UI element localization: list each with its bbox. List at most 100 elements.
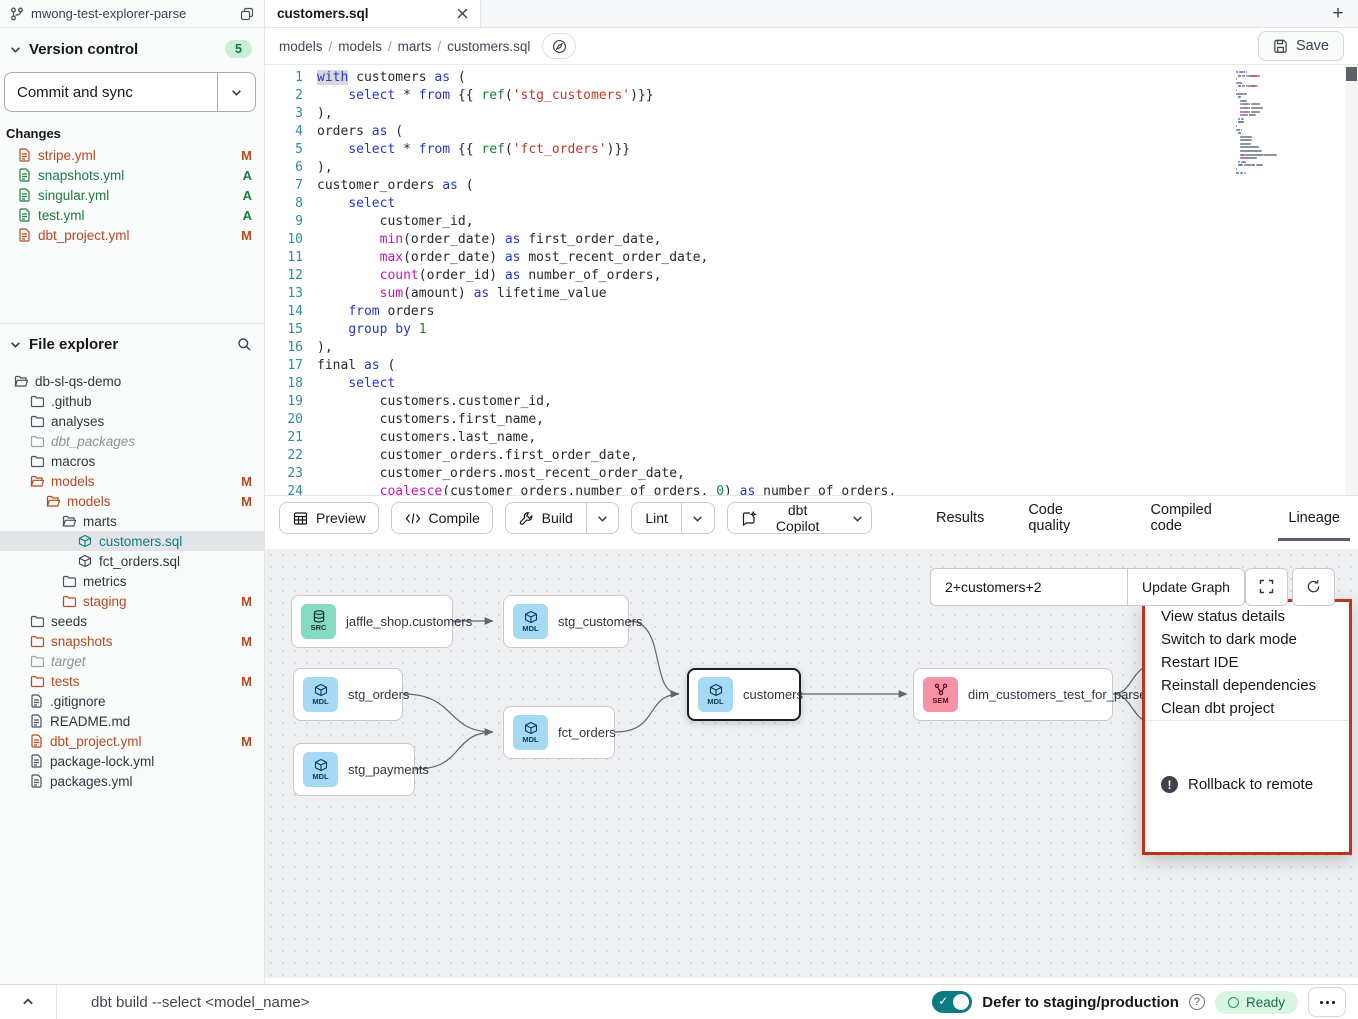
tree-item-package-lock.yml[interactable]: package-lock.yml <box>0 751 264 771</box>
breadcrumb-item[interactable]: customers.sql <box>447 39 530 54</box>
lineage-node-jaffle_shop.customers[interactable]: SRC jaffle_shop.customers <box>291 595 453 648</box>
folder-icon <box>30 655 44 668</box>
tree-item-metrics[interactable]: metrics <box>0 571 264 591</box>
search-icon[interactable] <box>237 337 252 352</box>
lineage-node-dim_customers_test_for_parse[interactable]: SEM dim_customers_test_for_parse <box>913 668 1113 721</box>
tree-item-.gitignore[interactable]: .gitignore <box>0 691 264 711</box>
update-graph-button[interactable]: Update Graph <box>1127 569 1244 605</box>
line-number: 7 <box>265 177 317 195</box>
changed-file-stripe.yml[interactable]: stripe.yml M <box>0 145 264 165</box>
lineage-node-stg_customers[interactable]: MDL stg_customers <box>503 595 629 648</box>
tree-item-marts[interactable]: marts <box>0 511 264 531</box>
lineage-node-fct_orders[interactable]: MDL fct_orders <box>503 706 615 759</box>
tree-item-models[interactable]: modelsM <box>0 471 264 491</box>
preview-button[interactable]: Preview <box>279 502 379 534</box>
tab-compiled-code[interactable]: Compiled code <box>1147 496 1249 541</box>
file-explorer-header[interactable]: File explorer <box>0 324 264 361</box>
tab-results[interactable]: Results <box>932 496 988 541</box>
tab-code-quality[interactable]: Code quality <box>1024 496 1110 541</box>
minimap-line <box>1236 146 1338 148</box>
breadcrumb-item[interactable]: marts <box>398 39 432 54</box>
tree-item-fct_orders.sql[interactable]: fct_orders.sql <box>0 551 264 571</box>
line-number: 4 <box>265 123 317 141</box>
editor-scrollbar[interactable] <box>1345 65 1358 495</box>
version-control-header[interactable]: Version control 5 <box>0 28 264 66</box>
tree-item-.github[interactable]: .github <box>0 391 264 411</box>
tree-item-seeds[interactable]: seeds <box>0 611 264 631</box>
tree-item-analyses[interactable]: analyses <box>0 411 264 431</box>
lineage-node-customers[interactable]: MDL customers <box>687 668 801 721</box>
tree-item-dbt_project.yml[interactable]: dbt_project.ymlM <box>0 731 264 751</box>
mdl-node-icon: MDL <box>698 677 733 712</box>
minimap-line <box>1236 121 1338 123</box>
changed-file-test.yml[interactable]: test.yml A <box>0 205 264 225</box>
copilot-options-chevron[interactable] <box>843 503 871 533</box>
menu-item-restart-ide[interactable]: Restart IDE <box>1145 651 1349 674</box>
tab-customers-sql[interactable]: customers.sql <box>265 0 481 27</box>
lineage-filter-input[interactable] <box>931 569 1127 605</box>
menu-item-reinstall-dependencies[interactable]: Reinstall dependencies <box>1145 674 1349 697</box>
tree-item-README.md[interactable]: README.md <box>0 711 264 731</box>
content-area: customers.sql + models/ models/ marts/ c… <box>265 0 1358 984</box>
breadcrumb-separator: / <box>329 39 333 54</box>
tab-lineage[interactable]: Lineage <box>1284 496 1344 541</box>
menu-item-clean-dbt-project[interactable]: Clean dbt project <box>1145 697 1349 720</box>
minimap-line <box>1236 150 1338 152</box>
tree-item-tests[interactable]: testsM <box>0 671 264 691</box>
tree-item-target[interactable]: target <box>0 651 264 671</box>
lineage-node-stg_payments[interactable]: MDL stg_payments <box>293 743 415 796</box>
explore-lineage-icon[interactable] <box>542 33 576 59</box>
menu-item-switch-to-dark-mode[interactable]: Switch to dark mode <box>1145 628 1349 651</box>
build-options-chevron[interactable] <box>586 503 619 533</box>
tree-item-snapshots[interactable]: snapshotsM <box>0 631 264 651</box>
save-button[interactable]: Save <box>1258 31 1344 61</box>
command-input[interactable]: dbt build --select <model_name> <box>57 994 932 1011</box>
code-editor[interactable]: 1with customers as (2 select * from {{ r… <box>265 65 1358 495</box>
minimap-line <box>1236 168 1338 170</box>
tree-item-customers.sql[interactable]: customers.sql <box>0 531 264 551</box>
tree-item-db-sl-qs-demo[interactable]: db-sl-qs-demo <box>0 371 264 391</box>
tree-item-staging[interactable]: stagingM <box>0 591 264 611</box>
changed-file-snapshots.yml[interactable]: snapshots.yml A <box>0 165 264 185</box>
refresh-button[interactable] <box>1292 568 1335 606</box>
dbt-copilot-button[interactable]: dbt Copilot <box>727 502 872 534</box>
scrollbar-thumb[interactable] <box>1346 67 1357 81</box>
help-icon[interactable]: ? <box>1189 994 1205 1010</box>
save-label: Save <box>1296 38 1329 54</box>
tree-item-dbt_packages[interactable]: dbt_packages <box>0 431 264 451</box>
file-icon <box>30 694 43 708</box>
breadcrumb-item[interactable]: models <box>338 39 382 54</box>
lint-label: Lint <box>645 510 668 526</box>
expand-command-bar-chevron[interactable] <box>0 985 56 1019</box>
lineage-node-stg_orders[interactable]: MDL stg_orders <box>293 668 403 721</box>
menu-item-rollback-to-remote[interactable]: ! Rollback to remote <box>1145 721 1349 848</box>
line-number: 6 <box>265 159 317 177</box>
fullscreen-button[interactable] <box>1245 568 1288 606</box>
changed-file-singular.yml[interactable]: singular.yml A <box>0 185 264 205</box>
git-status-letter: M <box>241 148 252 163</box>
tree-item-models[interactable]: modelsM <box>0 491 264 511</box>
more-options-button[interactable] <box>1308 987 1346 1017</box>
close-icon[interactable] <box>457 8 468 19</box>
minimap[interactable] <box>1236 71 1338 175</box>
lint-options-chevron[interactable] <box>681 503 714 533</box>
changed-file-dbt_project.yml[interactable]: dbt_project.yml M <box>0 225 264 245</box>
compile-button[interactable]: Compile <box>391 502 493 534</box>
breadcrumb-separator: / <box>388 39 392 54</box>
copy-branch-icon[interactable] <box>240 7 254 21</box>
menu-item-view-status-details[interactable]: View status details <box>1145 605 1349 628</box>
commit-and-sync-button[interactable]: Commit and sync <box>4 72 256 112</box>
save-icon <box>1273 39 1288 54</box>
line-number: 18 <box>265 375 317 393</box>
breadcrumb-item[interactable]: models <box>279 39 323 54</box>
tree-item-macros[interactable]: macros <box>0 451 264 471</box>
tree-item-packages.yml[interactable]: packages.yml <box>0 771 264 791</box>
folder-open-icon <box>46 495 60 508</box>
new-tab-button[interactable]: + <box>1318 0 1358 27</box>
commit-options-chevron[interactable] <box>217 73 255 111</box>
lineage-node-label: fct_orders <box>558 725 616 740</box>
defer-toggle[interactable]: ✓ <box>932 991 972 1013</box>
lint-button[interactable]: Lint <box>631 502 715 534</box>
build-button[interactable]: Build <box>505 502 620 534</box>
lineage-node-label: stg_orders <box>348 687 409 702</box>
